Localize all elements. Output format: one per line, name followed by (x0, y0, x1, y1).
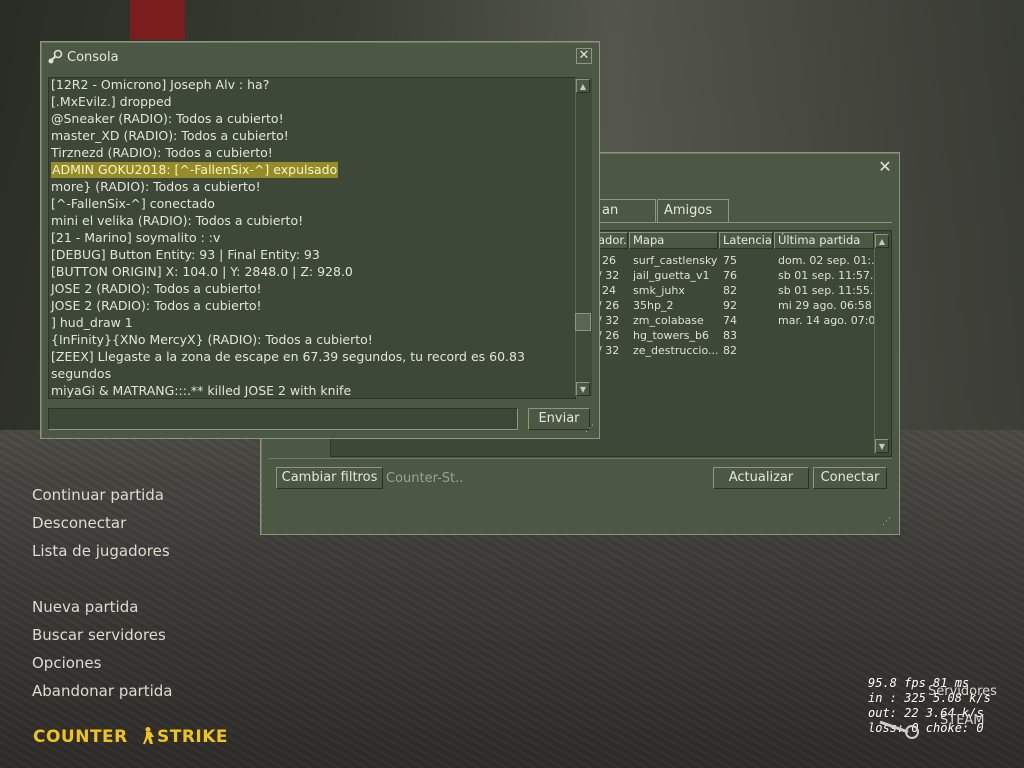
server-cell-last: mar. 14 ago. 07:0 (778, 314, 874, 327)
console-scroll-thumb[interactable] (575, 313, 591, 331)
server-cell-last: sb 01 sep. 11:55... (778, 284, 874, 297)
server-cell-players: 24 (602, 284, 616, 297)
server-cell-map: 35hp_2 (633, 299, 674, 312)
server-cell-players: / 32 (598, 314, 620, 327)
server-cell-players: / 32 (598, 344, 620, 357)
svg-text:COUNTER: COUNTER (33, 727, 128, 746)
server-cell-latency: 76 (723, 269, 737, 282)
connect-button[interactable]: Conectar (813, 467, 887, 489)
server-cell-last: dom. 02 sep. 01:... (778, 254, 874, 267)
console-line: [BUTTON ORIGIN] X: 104.0 | Y: 2848.0 | Z… (51, 264, 353, 279)
menu-item-player-list[interactable]: Lista de jugadores (32, 542, 170, 560)
console-line: more} (RADIO): Todos a cubierto! (51, 179, 261, 194)
console-line: @Sneaker (RADIO): Todos a cubierto! (51, 111, 284, 126)
menu-item-options[interactable]: Opciones (32, 654, 101, 672)
tab-lan[interactable]: an (596, 199, 656, 223)
menu-item-quit[interactable]: Abandonar partida (32, 682, 172, 700)
server-cell-latency: 82 (723, 344, 737, 357)
change-filters-button[interactable]: Cambiar filtros (276, 467, 383, 489)
server-cell-map: zm_colabase (633, 314, 704, 327)
server-cell-players: / 32 (598, 269, 620, 282)
server-cell-map: hg_towers_b6 (633, 329, 709, 342)
steam-console-icon (48, 49, 63, 64)
server-cell-latency: 92 (723, 299, 737, 312)
column-map[interactable]: Mapa (629, 232, 718, 249)
column-latency[interactable]: Latencia (719, 232, 773, 249)
filter-divider (268, 458, 892, 459)
steam-label: STEAM (940, 713, 985, 728)
menu-item-new-game[interactable]: Nueva partida (32, 598, 138, 616)
server-cell-players: / 26 (598, 299, 620, 312)
servers-label: Servidores (928, 684, 997, 699)
server-cell-players: / 26 (598, 329, 620, 342)
console-line: mini el velika (RADIO): Todos a cubierto… (51, 213, 304, 228)
server-scroll-down-icon[interactable]: ▼ (875, 439, 889, 453)
menu-item-continue[interactable]: Continuar partida (32, 486, 164, 504)
menu-item-disconnect[interactable]: Desconectar (32, 514, 126, 532)
background-red-window (130, 0, 185, 40)
console-line: [12R2 - Omicrono] Joseph Alv : ha? (51, 77, 270, 92)
server-cell-latency: 82 (723, 284, 737, 297)
console-scroll-down-icon[interactable]: ▼ (576, 382, 590, 396)
console-line: JOSE 2 (RADIO): Todos a cubierto! (51, 281, 262, 296)
server-browser-resize-grip-icon[interactable]: ⋰ (882, 517, 892, 527)
tab-friends[interactable]: Amigos (657, 199, 729, 223)
server-cell-players: 26 (602, 254, 616, 267)
filter-summary-text: Counter-St.. (386, 471, 464, 486)
counter-strike-logo-art: COUNTER STRIKE (33, 727, 228, 747)
column-last-played[interactable]: Última partida (774, 232, 874, 249)
console-close-button[interactable]: ✕ (576, 48, 592, 64)
console-line: [^-FallenSix-^] conectado (51, 196, 215, 211)
refresh-button[interactable]: Actualizar (713, 467, 809, 489)
server-cell-map: jail_guetta_v1 (633, 269, 710, 282)
tab-divider (596, 222, 892, 223)
console-line: JOSE 2 (RADIO): Todos a cubierto! (51, 298, 262, 313)
server-cell-latency: 83 (723, 329, 737, 342)
server-cell-last: sb 01 sep. 11:57... (778, 269, 874, 282)
console-title: Consola (67, 50, 119, 65)
server-browser-close-button[interactable]: ✕ (877, 159, 893, 175)
server-cell-map: smk_juhx (633, 284, 685, 297)
console-line: [21 - Marino] soymalito : :v (51, 230, 221, 245)
steam-overlay: Servidores STEAM (928, 684, 997, 728)
server-cell-map: ze_destruccio... (633, 344, 719, 357)
server-cell-latency: 74 (723, 314, 737, 327)
menu-item-find-servers[interactable]: Buscar servidores (32, 626, 166, 644)
console-resize-grip-icon[interactable]: ⋰ (585, 424, 595, 434)
console-line: [.MxEvilz.] dropped (51, 94, 172, 109)
console-line: {InFinity}{XNo MercyX} (RADIO): Todos a … (51, 332, 373, 347)
console-log: [12R2 - Omicrono] Joseph Alv : ha? [.MxEv… (48, 77, 576, 399)
server-cell-latency: 75 (723, 254, 737, 267)
console-line: segundos (51, 366, 112, 381)
server-scroll-up-icon[interactable]: ▲ (875, 234, 889, 248)
send-button[interactable]: Enviar (528, 408, 590, 430)
console-line: miyaGi & MATRANG:::.** killed JOSE 2 wit… (51, 383, 352, 398)
server-list-scrollbar[interactable] (874, 232, 891, 454)
console-line: Tirznezd (RADIO): Todos a cubierto! (51, 145, 273, 160)
counter-strike-logo: COUNTER STRIKE (33, 726, 238, 751)
console-scroll-up-icon[interactable]: ▲ (576, 79, 590, 93)
console-line-highlighted: ADMIN GOKU2018: [^-FallenSix-^] expulsad… (51, 162, 339, 178)
console-command-input[interactable] (48, 408, 518, 430)
svg-text:STRIKE: STRIKE (157, 727, 228, 746)
server-cell-map: surf_castlensky (633, 254, 718, 267)
console-line: ] hud_draw 1 (51, 315, 133, 330)
column-players[interactable]: ador. (598, 232, 628, 249)
console-line: [ZEEX] Llegaste a la zona de escape en 6… (51, 349, 525, 364)
server-cell-last: mi 29 ago. 06:58 (778, 299, 872, 312)
console-line: master_XD (RADIO): Todos a cubierto! (51, 128, 289, 143)
console-scrollbar[interactable] (575, 78, 592, 396)
console-line: [DEBUG] Button Entity: 93 | Final Entity… (51, 247, 320, 262)
steam-logo-icon (879, 720, 919, 739)
